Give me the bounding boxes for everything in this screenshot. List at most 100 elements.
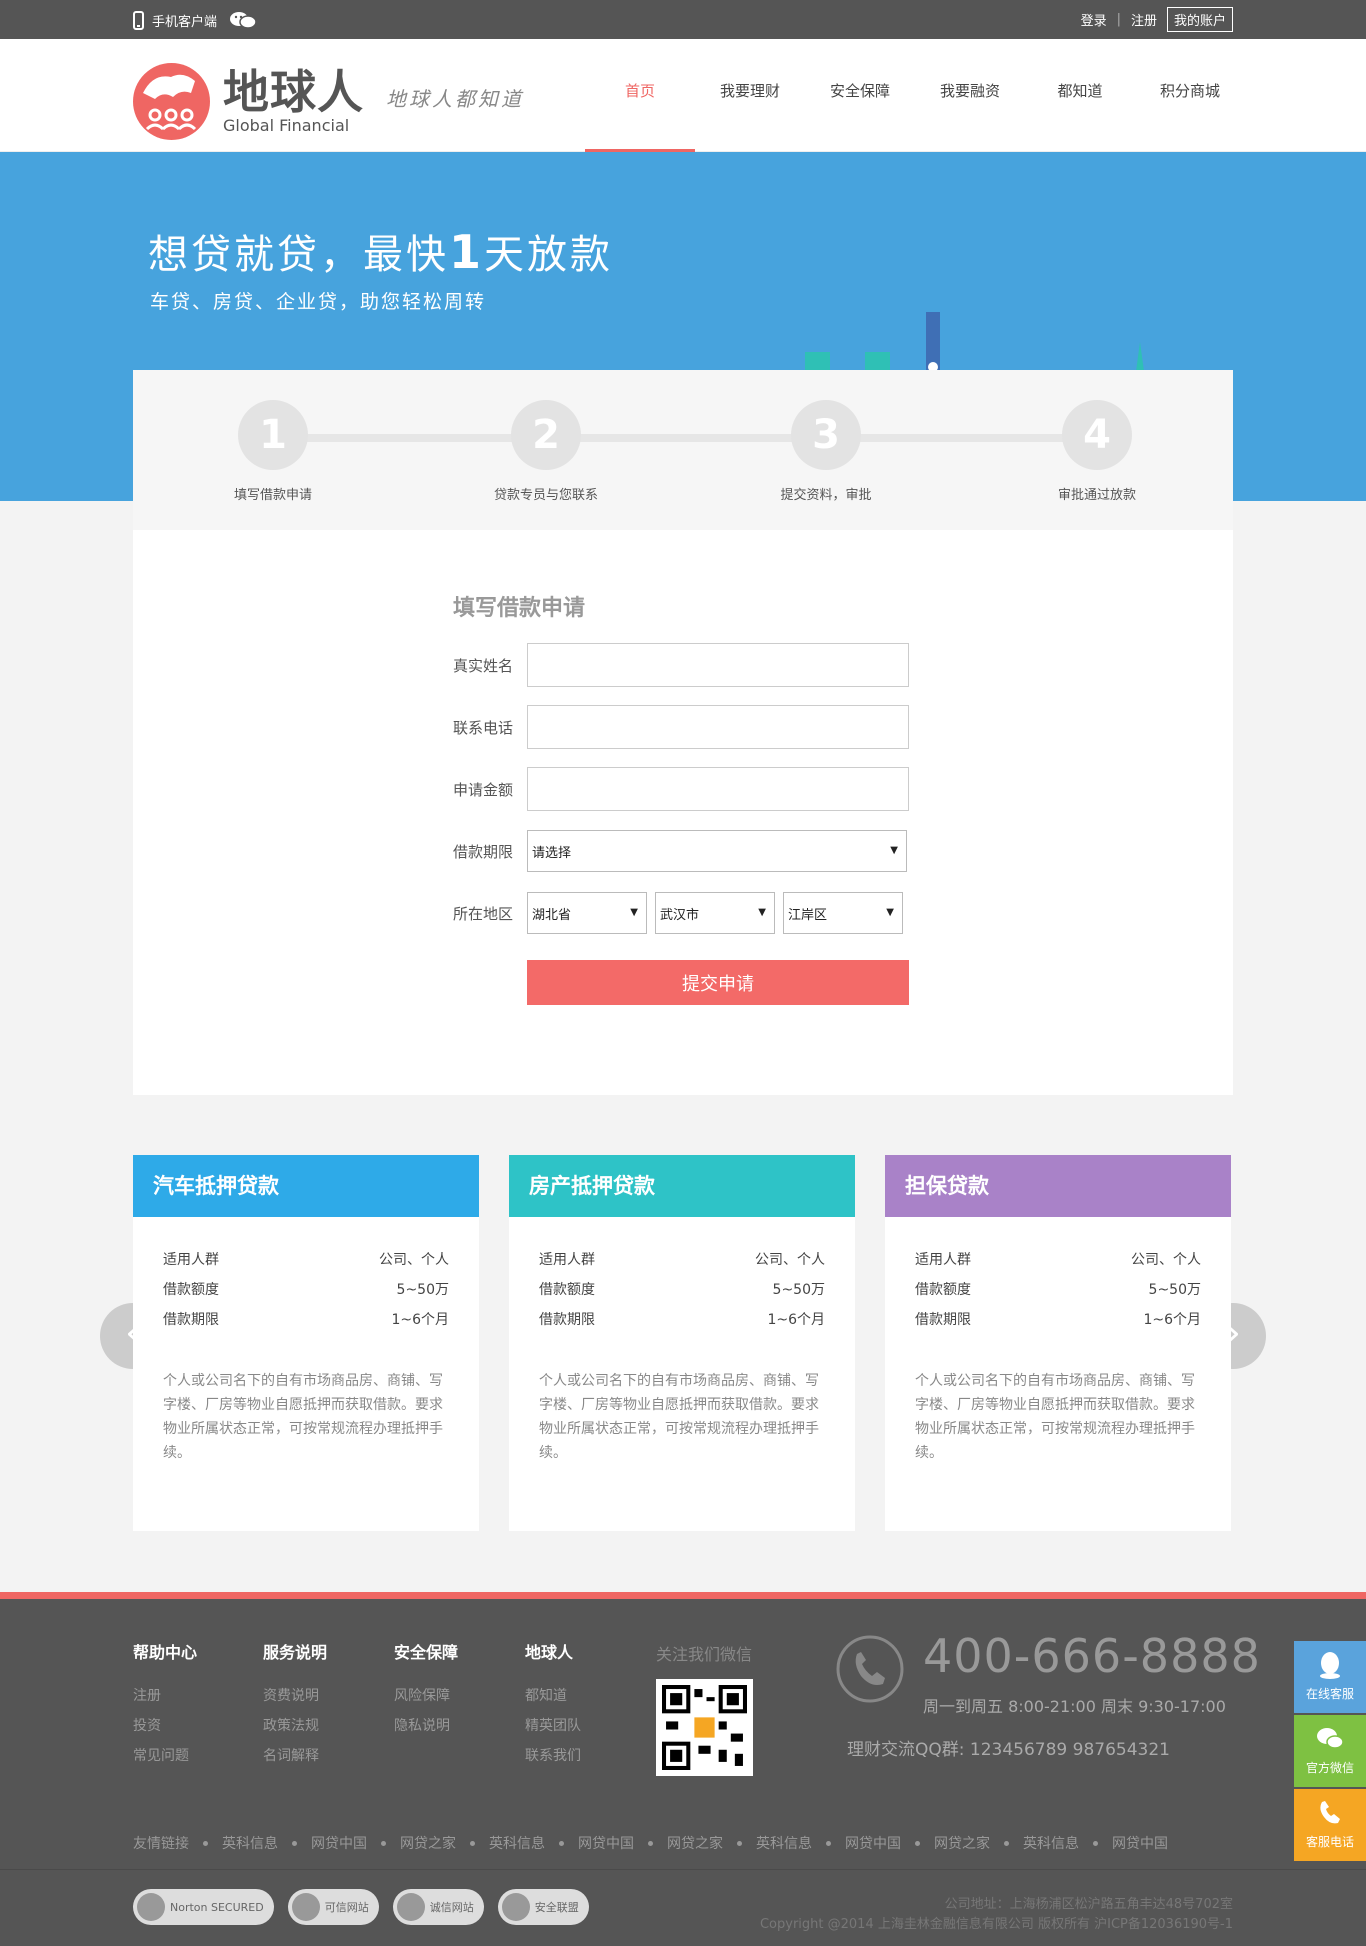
nav-security[interactable]: 安全保障 [805, 39, 915, 152]
mobile-client-link[interactable]: 手机客户端 [133, 10, 257, 30]
friend-link[interactable]: 网贷中国 [1112, 1833, 1168, 1853]
footer-link[interactable]: 名词解释 [263, 1741, 327, 1771]
product-card-car[interactable]: 汽车抵押贷款 适用人群 公司、个人 借款额度 5~50万 借款期限 1~6个月 个人或… [133, 1155, 479, 1531]
side-label: 官方微信 [1305, 1761, 1354, 1775]
credit-site-badge[interactable]: 诚信网站 [392, 1889, 484, 1925]
side-phone[interactable]: 客服电话 [1294, 1789, 1366, 1861]
wechat-qr-code [656, 1679, 753, 1776]
footer-col-title: 服务说明 [263, 1643, 328, 1662]
friend-link[interactable]: 英科信息 [222, 1833, 278, 1853]
footer-link[interactable]: 政策法规 [263, 1711, 327, 1741]
step-1: 1 填写借款申请 [173, 400, 373, 503]
footer-link[interactable]: 联系我们 [525, 1741, 581, 1771]
friend-link[interactable]: 网贷之家 [400, 1833, 456, 1853]
main-nav: 首页 我要理财 安全保障 我要融资 都知道 积分商城 [585, 39, 1245, 152]
friend-link[interactable]: 网贷之家 [667, 1833, 723, 1853]
friend-link[interactable]: 网贷之家 [934, 1833, 990, 1853]
banner-subline: 车贷、房贷、企业贷，助您轻松周转 [150, 291, 487, 313]
info-label: 适用人群 [163, 1252, 219, 1268]
term-select[interactable]: 请选择 ▼ [527, 830, 907, 872]
side-wechat[interactable]: 官方微信 [1294, 1715, 1366, 1787]
footer-col-title: 帮助中心 [133, 1643, 198, 1662]
footer-link[interactable]: 常见问题 [133, 1741, 197, 1771]
province-select[interactable]: 湖北省 ▼ [527, 892, 647, 934]
card-description: 个人或公司名下的自有市场商品房、商铺、写字楼、厂房等物业自愿抵押而获取借款。要求… [539, 1373, 819, 1461]
footer-link[interactable]: 都知道 [525, 1681, 581, 1711]
name-label: 真实姓名 [453, 656, 514, 675]
loan-application-panel: 1 填写借款申请 2 贷款专员与您联系 3 提交资料，审批 4 审批通过放款 填… [133, 370, 1233, 1095]
region-label: 所在地区 [453, 904, 514, 923]
friend-link[interactable]: 英科信息 [756, 1833, 812, 1853]
footer-col-security: 安全保障 风险保障 隐私说明 [394, 1639, 458, 1741]
friend-link[interactable]: 网贷中国 [311, 1833, 367, 1853]
nav-points-mall[interactable]: 积分商城 [1135, 39, 1245, 152]
trust-badges: Norton SECURED 可信网站 诚信网站 安全联盟 [133, 1889, 589, 1925]
info-value: 5~50万 [1148, 1282, 1201, 1298]
district-select[interactable]: 江岸区 ▼ [783, 892, 903, 934]
info-label: 借款期限 [539, 1312, 595, 1328]
login-link[interactable]: 登录 [1081, 10, 1107, 29]
qq-groups: 理财交流QQ群: 123456789 987654321 [847, 1740, 1170, 1760]
phone-icon [1320, 1801, 1340, 1824]
friend-link[interactable]: 网贷中国 [845, 1833, 901, 1853]
phone-label: 联系电话 [453, 718, 514, 737]
divider [0, 1869, 1366, 1870]
step-label: 填写借款申请 [233, 488, 312, 503]
nav-invest[interactable]: 我要理财 [695, 39, 805, 152]
footer-col-help: 帮助中心 注册 投资 常见问题 [133, 1639, 197, 1771]
steps-connector [273, 434, 1093, 442]
footer-link[interactable]: 隐私说明 [394, 1711, 458, 1741]
credit-icon [396, 1893, 425, 1921]
info-value: 1~6个月 [391, 1312, 449, 1328]
card-description: 个人或公司名下的自有市场商品房、商铺、写字楼、厂房等物业自愿抵押而获取借款。要求… [915, 1373, 1195, 1461]
trusted-site-badge[interactable]: 可信网站 [287, 1889, 379, 1925]
security-alliance-badge[interactable]: 安全联盟 [497, 1889, 589, 1925]
footer-link[interactable]: 风险保障 [394, 1681, 458, 1711]
qr-title: 关注我们微信 [656, 1645, 753, 1664]
friend-link[interactable]: 网贷中国 [578, 1833, 634, 1853]
info-value: 5~50万 [396, 1282, 449, 1298]
info-value: 公司、个人 [379, 1252, 449, 1268]
footer-link[interactable]: 精英团队 [525, 1711, 581, 1741]
footer-link[interactable]: 投资 [133, 1711, 197, 1741]
info-label: 借款额度 [163, 1282, 219, 1298]
phone-input[interactable] [527, 705, 909, 749]
footer-col-about: 地球人 都知道 精英团队 联系我们 [525, 1639, 581, 1771]
my-account-button[interactable]: 我的账户 [1166, 7, 1233, 32]
amount-label: 申请金额 [453, 780, 514, 799]
side-online-service[interactable]: 在线客服 [1294, 1641, 1366, 1713]
register-link[interactable]: 注册 [1131, 10, 1157, 29]
city-value: 武汉市 [660, 907, 700, 923]
product-card-guarantee[interactable]: 担保贷款 适用人群 公司、个人 借款额度 5~50万 借款期限 1~6个月 个人或公司… [885, 1155, 1231, 1531]
security-check-icon [501, 1893, 530, 1921]
term-label: 借款期限 [453, 842, 514, 861]
friend-link[interactable]: 英科信息 [1023, 1833, 1079, 1853]
nav-home[interactable]: 首页 [585, 39, 695, 152]
banner-headline: 想贷就贷，最快1天放款 [148, 225, 614, 279]
friend-links: 友情链接 英科信息 网贷中国 网贷之家 英科信息 网贷中国 网贷之家 英科信息 … [133, 1833, 1168, 1853]
nav-know[interactable]: 都知道 [1025, 39, 1135, 152]
amount-input[interactable] [527, 767, 909, 811]
header: 地球人 Global Financial 地球人都知道 首页 我要理财 安全保障… [0, 39, 1366, 152]
step-3: 3 提交资料，审批 [726, 400, 926, 503]
footer-col-service: 服务说明 资费说明 政策法规 名词解释 [263, 1639, 327, 1771]
logo-subtitle: Global Financial [223, 115, 350, 135]
norton-badge[interactable]: Norton SECURED [133, 1889, 274, 1925]
step-number: 4 [1062, 400, 1132, 470]
product-card-house[interactable]: 房产抵押贷款 适用人群 公司、个人 借款额度 5~50万 借款期限 1~6个月 个人或… [509, 1155, 855, 1531]
wechat-icon[interactable] [229, 10, 257, 30]
logo[interactable]: 地球人 Global Financial 地球人都知道 [133, 63, 524, 140]
footer-link[interactable]: 注册 [133, 1681, 197, 1711]
city-select[interactable]: 武汉市 ▼ [655, 892, 775, 934]
bullet [381, 1840, 386, 1846]
norton-check-icon [137, 1893, 165, 1921]
info-value: 1~6个月 [1143, 1312, 1201, 1328]
wechat-icon [1317, 1728, 1344, 1749]
footer-link[interactable]: 资费说明 [263, 1681, 327, 1711]
real-name-input[interactable] [527, 643, 909, 687]
step-4: 4 审批通过放款 [997, 400, 1197, 503]
nav-financing[interactable]: 我要融资 [915, 39, 1025, 152]
info-value: 1~6个月 [767, 1312, 825, 1328]
friend-link[interactable]: 英科信息 [489, 1833, 545, 1853]
submit-application-button[interactable]: 提交申请 [527, 960, 909, 1005]
